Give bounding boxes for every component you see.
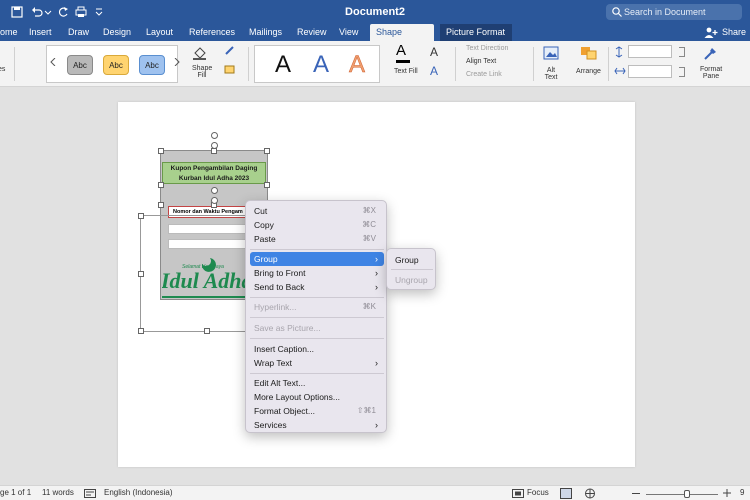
- shape-width-input[interactable]: [628, 65, 672, 78]
- align-text-button[interactable]: Align Text: [466, 58, 496, 65]
- format-pane-label[interactable]: Format Pane: [700, 66, 722, 80]
- shape-height-input[interactable]: [628, 45, 672, 58]
- rotate-handle-3-icon[interactable]: [211, 187, 218, 194]
- shape-style-gold[interactable]: Abc: [103, 55, 129, 75]
- status-bar: ge 1 of 1 11 words English (Indonesia) F…: [0, 485, 750, 500]
- search-box[interactable]: [606, 4, 742, 20]
- menu-item-send-to-back[interactable]: Send to Back ›: [250, 280, 384, 294]
- rotate-handle-icon[interactable]: [211, 132, 218, 139]
- chevron-right-icon: ›: [375, 358, 378, 368]
- coupon-title-line-1: Kupon Pengambilan Daging: [170, 165, 258, 172]
- zoom-out-icon[interactable]: [632, 493, 640, 494]
- shape-outline-icon[interactable]: [224, 46, 238, 56]
- zoom-percentage[interactable]: 9: [740, 488, 744, 497]
- menu-item-edit-alt-text[interactable]: Edit Alt Text...: [250, 376, 384, 390]
- shape-style-gray[interactable]: Abc: [67, 55, 93, 75]
- width-stepper[interactable]: [679, 67, 685, 77]
- tab-home[interactable]: ome: [0, 24, 24, 41]
- focus-icon[interactable]: [512, 489, 524, 498]
- text-fill-label[interactable]: Text Fill: [394, 68, 418, 75]
- menu-item-save-as-picture[interactable]: Save as Picture...: [250, 321, 384, 335]
- menu-item-hyperlink[interactable]: Hyperlink... ⌘K: [250, 300, 384, 314]
- ribbon-panel: es Abc Abc Abc ShapeFill A A A A Text Fi…: [0, 41, 750, 87]
- text-fill-color-bar: [396, 60, 410, 63]
- wordart-style-blue[interactable]: A: [313, 51, 329, 79]
- web-layout-icon[interactable]: [584, 488, 596, 499]
- group-submenu: Group Ungroup: [386, 248, 436, 290]
- word-count[interactable]: 11 words: [42, 488, 74, 497]
- menu-item-bring-to-front[interactable]: Bring to Front ›: [250, 266, 384, 280]
- shape-fill-label[interactable]: Shape Fill: [192, 65, 212, 79]
- language-indicator[interactable]: English (Indonesia): [104, 488, 172, 497]
- tab-mailings[interactable]: Mailings: [243, 24, 288, 41]
- tab-layout[interactable]: Layout: [140, 24, 179, 41]
- text-outline-icon[interactable]: A: [430, 45, 438, 59]
- ribbon-tabs: ome Insert Draw Design Layout References…: [0, 24, 750, 54]
- wordart-style-orange[interactable]: A: [349, 51, 366, 79]
- wordart-styles-gallery[interactable]: A A A: [254, 45, 380, 83]
- rotate-handle-4-icon[interactable]: [211, 197, 218, 204]
- shape-styles-gallery[interactable]: Abc Abc Abc: [46, 45, 178, 83]
- format-pane-icon[interactable]: [703, 45, 719, 61]
- zoom-slider-track[interactable]: [646, 494, 718, 495]
- arrange-label[interactable]: Arrange: [576, 68, 601, 75]
- rotate-handle-2-icon[interactable]: [211, 142, 218, 149]
- page-count[interactable]: ge 1 of 1: [0, 488, 31, 497]
- zoom-slider-thumb[interactable]: [684, 490, 690, 498]
- submenu-item-group[interactable]: Group: [391, 253, 433, 267]
- print-layout-icon[interactable]: [560, 488, 572, 499]
- height-stepper[interactable]: [679, 47, 685, 57]
- arrange-icon[interactable]: [580, 46, 598, 60]
- text-direction-button[interactable]: Text Direction: [466, 45, 508, 52]
- menu-item-copy[interactable]: Copy ⌘C: [250, 218, 384, 232]
- menu-item-services[interactable]: Services ›: [250, 418, 384, 432]
- text-fill-icon[interactable]: A: [396, 42, 406, 59]
- chevron-right-icon: ›: [375, 420, 378, 430]
- tab-draw[interactable]: Draw: [62, 24, 95, 41]
- menu-item-format-object[interactable]: Format Object... ⇧⌘1: [250, 404, 384, 418]
- focus-button[interactable]: Focus: [527, 488, 549, 497]
- person-add-icon: [704, 27, 718, 38]
- wordart-style-black[interactable]: A: [275, 51, 291, 79]
- alt-text-label[interactable]: Alt Text: [544, 67, 558, 81]
- shape-style-blue[interactable]: Abc: [139, 55, 165, 75]
- width-icon: [614, 67, 626, 75]
- tab-shape-format[interactable]: Shape Format: [370, 24, 434, 54]
- height-icon: [615, 46, 623, 58]
- context-menu: Cut ⌘X Copy ⌘C Paste ⌘V Group › Bring to Fro…: [245, 200, 387, 433]
- proofing-icon[interactable]: [84, 489, 96, 498]
- menu-item-more-layout-options[interactable]: More Layout Options...: [250, 390, 384, 404]
- shape-effects-icon[interactable]: [224, 65, 238, 75]
- menu-item-cut[interactable]: Cut ⌘X: [250, 204, 384, 218]
- tab-insert[interactable]: Insert: [23, 24, 58, 41]
- ribbon-left-label: es: [0, 66, 6, 73]
- chevron-right-icon: ›: [375, 254, 378, 264]
- chevron-right-icon: ›: [375, 268, 378, 278]
- tab-picture-format[interactable]: Picture Format: [440, 24, 512, 41]
- menu-item-group[interactable]: Group ›: [250, 252, 384, 266]
- alt-text-icon[interactable]: [543, 46, 559, 60]
- gallery-left-icon[interactable]: [50, 58, 56, 66]
- menu-item-insert-caption[interactable]: Insert Caption...: [250, 342, 384, 356]
- title-bar: Document2: [0, 0, 750, 24]
- menu-item-paste[interactable]: Paste ⌘V: [250, 232, 384, 246]
- menu-item-wrap-text[interactable]: Wrap Text ›: [250, 356, 384, 370]
- shape-fill-icon[interactable]: [192, 46, 208, 60]
- tab-references[interactable]: References: [183, 24, 241, 41]
- zoom-in-icon[interactable]: [722, 488, 732, 498]
- tab-view[interactable]: View: [333, 24, 364, 41]
- chevron-right-icon: ›: [375, 282, 378, 292]
- text-effects-icon[interactable]: A: [430, 64, 438, 78]
- search-icon: [612, 7, 622, 17]
- create-link-button[interactable]: Create Link: [466, 71, 502, 78]
- gallery-right-icon[interactable]: [174, 58, 180, 66]
- coupon-title-box[interactable]: Kupon Pengambilan Daging Kurban Idul Adh…: [162, 162, 266, 184]
- coupon-title-line-2: Kurban Idul Adha 2023: [178, 175, 250, 182]
- submenu-item-ungroup[interactable]: Ungroup: [391, 273, 433, 287]
- tab-design[interactable]: Design: [97, 24, 137, 41]
- share-label: Share: [721, 27, 746, 37]
- share-button[interactable]: Share: [698, 24, 750, 41]
- search-input[interactable]: [624, 4, 738, 20]
- tab-review[interactable]: Review: [291, 24, 333, 41]
